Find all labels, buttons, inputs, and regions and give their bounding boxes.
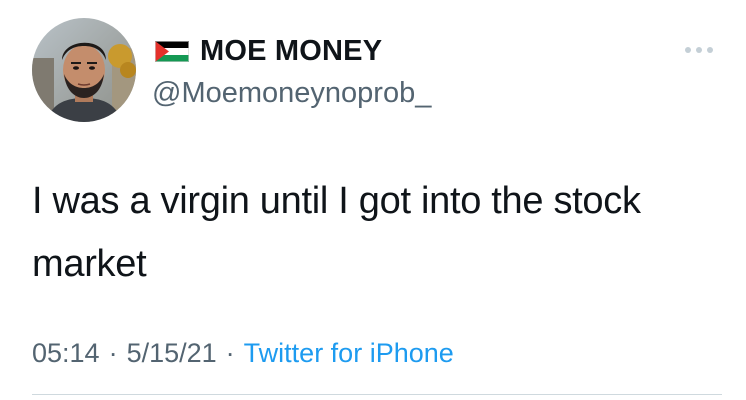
author-name-row[interactable]: MOE MONEY bbox=[155, 36, 382, 66]
meta-separator: · bbox=[225, 337, 235, 368]
divider bbox=[32, 394, 722, 395]
more-options-icon[interactable] bbox=[682, 40, 716, 60]
tweet-date[interactable]: 5/15/21 bbox=[127, 338, 217, 369]
tweet-meta: 05:14 · 5/15/21 · Twitter for iPhone bbox=[32, 336, 454, 370]
user-handle[interactable]: @Moemoneynoprob_ bbox=[152, 77, 431, 109]
tweet-card: MOE MONEY @Moemoneynoprob_ I was a virgi… bbox=[0, 0, 746, 400]
avatar[interactable] bbox=[32, 18, 136, 122]
display-name: MOE MONEY bbox=[200, 35, 383, 67]
tweet-text: I was a virgin until I got into the stoc… bbox=[32, 180, 641, 285]
tweet-source-link[interactable]: Twitter for iPhone bbox=[244, 338, 454, 369]
palestine-flag-icon bbox=[155, 40, 189, 62]
profile-photo bbox=[32, 18, 136, 122]
tweet-time[interactable]: 05:14 bbox=[32, 338, 100, 369]
meta-separator: · bbox=[108, 337, 118, 368]
